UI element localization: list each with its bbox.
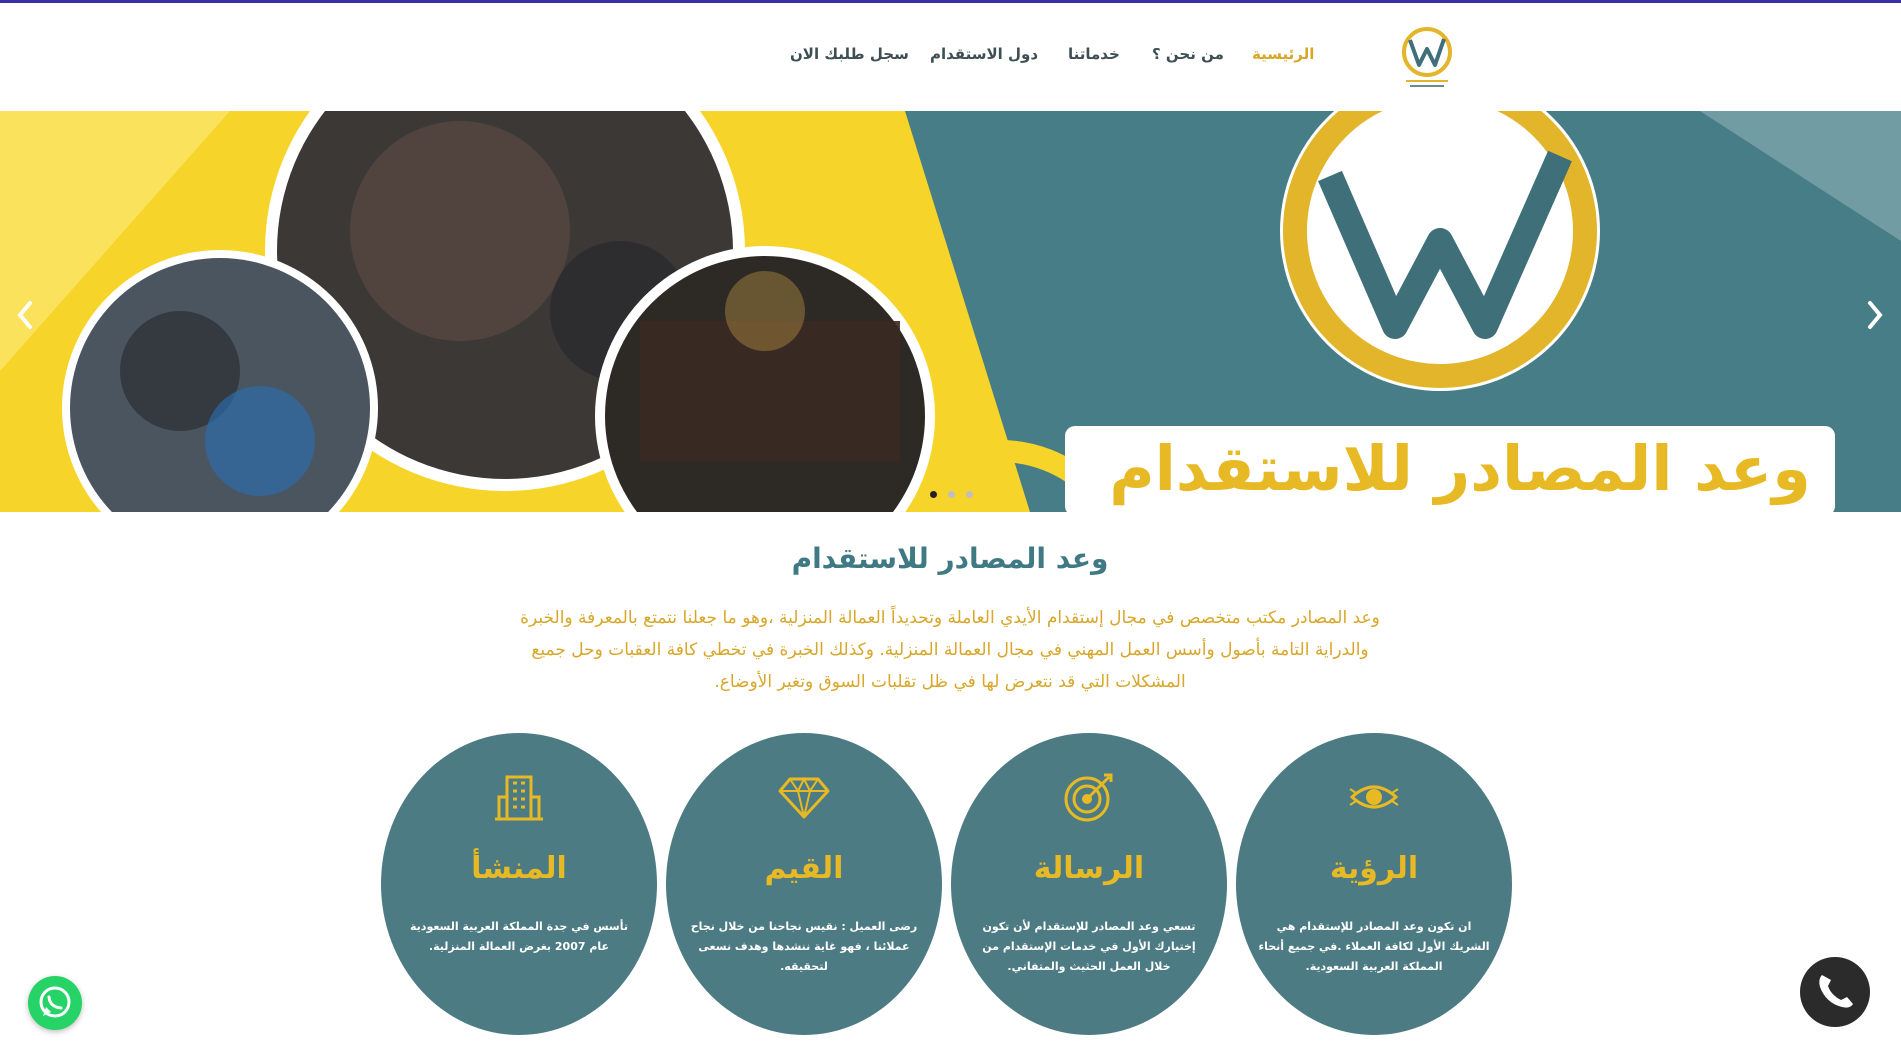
card-origin: المنشأ تأسس في جدة المملكة العربية السعو… [381, 733, 657, 1035]
card-vision: الرؤية ان تكون وعد المصادر للإستقدام هي … [1236, 733, 1512, 1035]
nav-about[interactable]: من نحن ؟ [1152, 45, 1224, 63]
slider-prev-arrow-icon[interactable] [10, 297, 40, 333]
site-logo[interactable] [1398, 25, 1456, 93]
whatsapp-icon [39, 986, 71, 1018]
intro-title: وعد المصادر للاستقدام [791, 542, 1109, 575]
card-values: القيم رضى العميل : نقيس نجاحنا من خلال ن… [666, 733, 942, 1035]
phone-icon [1819, 975, 1853, 1008]
slider-dot-1[interactable] [930, 491, 937, 498]
diamond-icon [778, 776, 830, 819]
card-origin-title: المنشأ [471, 851, 567, 886]
call-button[interactable] [1800, 957, 1870, 1027]
card-origin-desc: تأسس في جدة المملكة العربية السعودية عام… [410, 920, 628, 953]
card-values-title: القيم [764, 851, 844, 886]
hero-banner-text: وعد المصادر للاستقدام [1109, 432, 1811, 505]
site-header: الرئيسية من نحن ؟ خدماتنا دول الاستقدام … [0, 3, 1901, 111]
target-icon [1064, 773, 1113, 822]
slider-dot-3[interactable] [966, 491, 973, 498]
slider-dots [924, 491, 984, 501]
eye-icon [1349, 785, 1399, 809]
card-values-desc: رضى العميل : نقيس نجاحنا من خلال نجاح عم… [690, 920, 918, 973]
hero-slider: وعد المصادر للاستقدام [0, 111, 1901, 512]
intro-text: وعد المصادر مكتب متخصص في مجال إستقدام ا… [520, 608, 1380, 692]
slider-next-arrow-icon[interactable] [1860, 297, 1890, 333]
whatsapp-button[interactable] [28, 976, 82, 1030]
building-icon [495, 775, 543, 821]
nav-register-request[interactable]: سجل طلبك الان [790, 45, 909, 63]
slider-dot-2[interactable] [948, 491, 955, 498]
card-mission-title: الرسالة [1033, 851, 1145, 886]
card-vision-desc: ان تكون وعد المصادر للإستقدام هي الشريك … [1258, 920, 1490, 973]
card-mission-desc: تسعي وعد المصادر للإستقدام لأن تكون إختي… [982, 920, 1196, 973]
nav-recruitment-countries[interactable]: دول الاستقدام [930, 45, 1038, 63]
card-mission: الرسالة تسعي وعد المصادر للإستقدام لأن ت… [951, 733, 1227, 1035]
nav-home[interactable]: الرئيسية [1252, 45, 1314, 63]
nav-services[interactable]: خدماتنا [1068, 45, 1120, 63]
card-vision-title: الرؤية [1329, 851, 1419, 886]
